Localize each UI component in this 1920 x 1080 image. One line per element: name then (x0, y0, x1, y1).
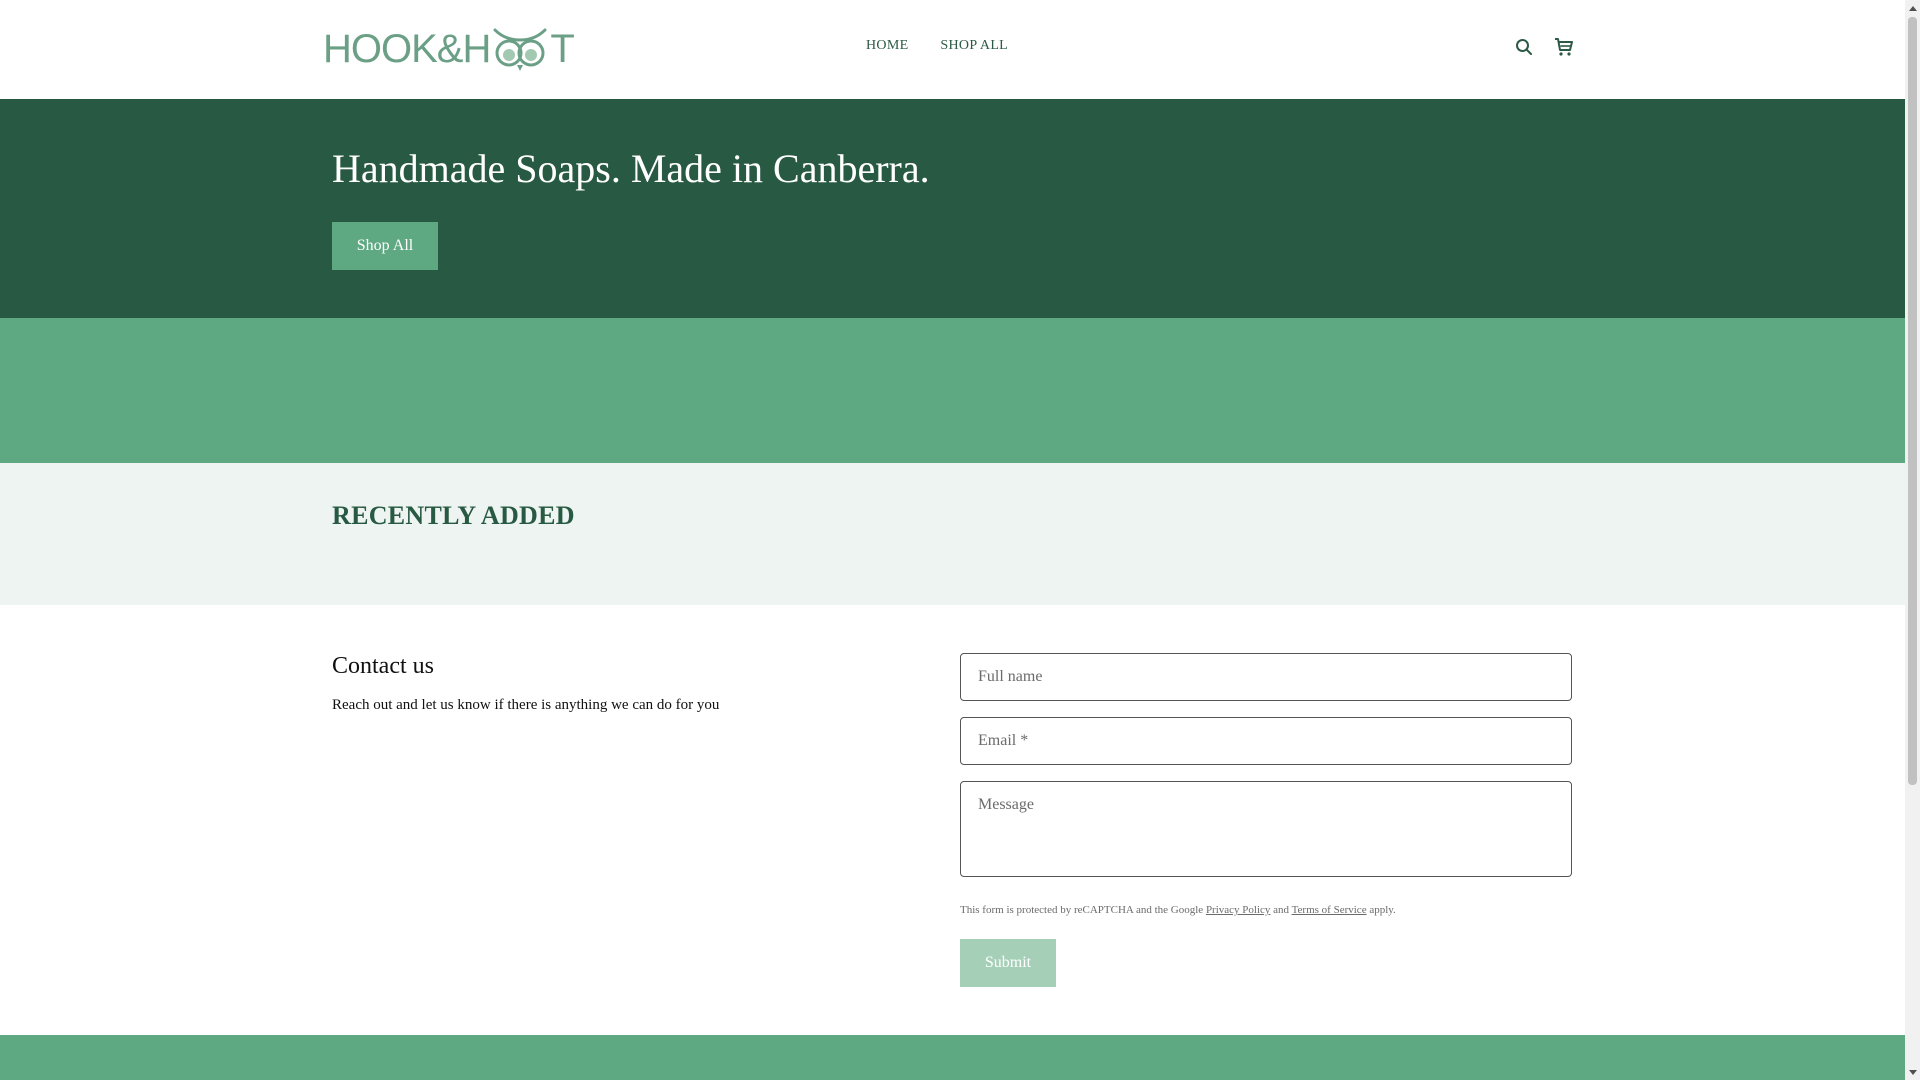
email-input[interactable]: Email * (960, 717, 1572, 765)
message-placeholder: Message (978, 796, 1034, 813)
hero-banner: Handmade Soaps. Made in Canberra. Shop A… (0, 99, 1905, 318)
legal-and: and (1270, 904, 1292, 916)
logo-text-t: T (550, 26, 574, 71)
contact-subtitle: Reach out and let us know if there is an… (332, 697, 720, 713)
legal-suffix: apply. (1366, 904, 1396, 916)
contact-section: Contact us Reach out and let us know if … (0, 605, 1905, 1035)
full-name-input[interactable]: Full name (960, 653, 1572, 701)
logo-wordmark: HOOK & H T (323, 24, 575, 74)
terms-of-service-link[interactable]: Terms of Service (1292, 904, 1367, 916)
legal-prefix: This form is protected by reCAPTCHA and … (960, 904, 1206, 916)
logo[interactable]: HOOK & H T (323, 24, 575, 74)
page: HOOK & H T HOME SHOP ALL Handmade Soaps.… (0, 0, 1905, 1080)
contact-title: Contact us (332, 653, 434, 679)
cart-icon[interactable] (1553, 36, 1575, 58)
shop-all-button[interactable]: Shop All (332, 222, 438, 270)
scrollbar-thumb[interactable] (1908, 17, 1917, 785)
full-name-placeholder: Full name (978, 668, 1043, 685)
privacy-policy-link[interactable]: Privacy Policy (1206, 904, 1270, 916)
scroll-up-arrow-icon[interactable] (1905, 0, 1920, 15)
recaptcha-notice: This form is protected by reCAPTCHA and … (960, 904, 1396, 916)
owl-icon (491, 24, 549, 74)
logo-text-hook: HOOK (323, 26, 438, 71)
logo-text-amp: & (436, 26, 464, 71)
footer-strip (0, 1035, 1905, 1080)
logo-text-h: H (462, 26, 491, 71)
green-band (0, 318, 1905, 463)
hero-title: Handmade Soaps. Made in Canberra. (332, 146, 930, 191)
recently-added-section: RECENTLY ADDED (0, 463, 1905, 605)
scroll-down-arrow-icon[interactable] (1905, 1065, 1920, 1080)
message-textarea[interactable]: Message (960, 781, 1572, 877)
email-placeholder: Email * (978, 732, 1029, 749)
header-actions (1513, 36, 1575, 58)
nav-home-link[interactable]: HOME (866, 38, 908, 54)
main-nav: HOME SHOP ALL (866, 38, 1008, 54)
page-scrollbar[interactable] (1905, 0, 1920, 1080)
recently-added-title: RECENTLY ADDED (332, 501, 575, 530)
nav-shop-all-link[interactable]: SHOP ALL (940, 38, 1008, 54)
submit-button[interactable]: Submit (960, 939, 1056, 987)
search-icon[interactable] (1513, 36, 1535, 58)
site-header: HOOK & H T HOME SHOP ALL (0, 0, 1905, 99)
